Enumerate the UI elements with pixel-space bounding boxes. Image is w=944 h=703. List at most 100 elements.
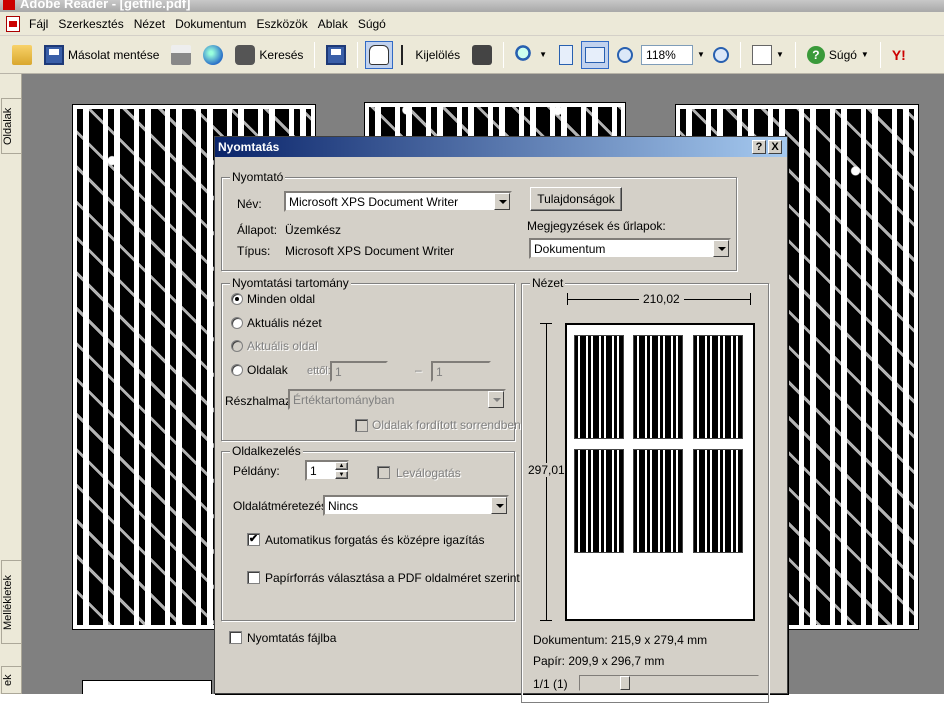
menu-file[interactable]: Fájl bbox=[28, 15, 49, 33]
page-layout-button[interactable]: ▼ bbox=[748, 41, 788, 69]
current-view-radio[interactable] bbox=[231, 317, 243, 329]
comments-forms-select[interactable]: Dokumentum bbox=[529, 238, 731, 259]
current-page-radio bbox=[231, 340, 243, 352]
search-button[interactable]: Keresés bbox=[231, 41, 307, 69]
menu-document[interactable]: Dokumentum bbox=[174, 15, 247, 33]
disk-icon bbox=[326, 44, 347, 65]
tab-attachments[interactable]: Mellékletek bbox=[1, 560, 21, 644]
preview-thumbnail bbox=[693, 449, 743, 553]
pages-radio[interactable] bbox=[231, 364, 243, 376]
all-pages-label[interactable]: Minden oldal bbox=[247, 292, 315, 306]
tab-pages[interactable]: Oldalak bbox=[1, 98, 21, 154]
print-to-file-checkbox[interactable] bbox=[229, 631, 242, 644]
collate-checkbox bbox=[377, 466, 390, 479]
save-copy-button[interactable]: Másolat mentése bbox=[40, 41, 163, 69]
hand-tool-button[interactable] bbox=[365, 40, 394, 69]
menu-help[interactable]: Súgó bbox=[357, 15, 387, 33]
menu-tools[interactable]: Eszközök bbox=[255, 15, 308, 33]
page-scaling-select[interactable]: Nincs bbox=[323, 495, 509, 516]
from-page-field: 1 bbox=[330, 361, 388, 382]
preview-page-slider[interactable] bbox=[579, 675, 759, 691]
fit-width-icon bbox=[585, 46, 606, 63]
printer-name-label: Név: bbox=[237, 197, 262, 211]
copies-up-button[interactable]: ▲ bbox=[335, 462, 348, 470]
zoom-tool-button[interactable]: ▼ bbox=[511, 41, 551, 69]
range-dash: – bbox=[415, 363, 422, 377]
subset-label: Részhalmaz: bbox=[225, 394, 295, 408]
tab-bottom[interactable]: ek bbox=[1, 666, 21, 694]
paper-source-label[interactable]: Papírforrás választása a PDF oldalméret … bbox=[265, 571, 520, 585]
paper-source-checkbox[interactable] bbox=[247, 571, 260, 584]
auto-rotate-checkbox[interactable]: ✔ bbox=[247, 533, 260, 546]
zoom-out-button[interactable] bbox=[613, 41, 637, 69]
printer-legend: Nyomtató bbox=[230, 170, 286, 184]
pages-label[interactable]: Oldalak bbox=[247, 363, 288, 377]
printer-icon bbox=[171, 44, 192, 65]
printer-properties-button[interactable]: Tulajdonságok bbox=[530, 187, 622, 211]
snapshot-button[interactable] bbox=[468, 41, 496, 69]
print-button[interactable] bbox=[167, 41, 195, 69]
paper-size-label: Papír: 209,9 x 296,7 mm bbox=[533, 654, 665, 668]
help-icon: ? bbox=[806, 45, 825, 64]
width-dimension-tick bbox=[567, 293, 568, 305]
current-view-label[interactable]: Aktuális nézet bbox=[247, 316, 322, 330]
fit-page-icon bbox=[559, 44, 574, 65]
to-page-field: 1 bbox=[431, 361, 491, 382]
zoom-in-button[interactable] bbox=[709, 41, 733, 69]
pdf-document-icon[interactable] bbox=[6, 15, 20, 32]
copies-label: Példány: bbox=[233, 464, 280, 478]
pdf-page bbox=[82, 680, 212, 694]
chevron-down-icon: ▼ bbox=[539, 50, 548, 59]
chevron-down-icon bbox=[713, 240, 729, 257]
preview-thumbnail bbox=[693, 335, 743, 439]
toolbar-separator bbox=[879, 41, 881, 68]
page-handling-legend: Oldalkezelés bbox=[230, 444, 303, 458]
navigation-panel: Oldalak Mellékletek ek bbox=[0, 74, 22, 694]
yahoo-button[interactable]: Y! bbox=[888, 41, 930, 69]
printer-type-label: Típus: bbox=[237, 244, 271, 258]
select-tool-button[interactable]: Kijelölés bbox=[397, 41, 464, 69]
reverse-pages-checkbox bbox=[355, 419, 368, 432]
preview-thumbnail bbox=[633, 335, 683, 439]
from-label: ettől: bbox=[307, 365, 331, 377]
window-title: Adobe Reader - [getfile.pdf] bbox=[20, 0, 191, 11]
fit-page-button[interactable] bbox=[555, 41, 577, 69]
menu-view[interactable]: Nézet bbox=[133, 15, 166, 33]
save-icon bbox=[44, 44, 64, 65]
email-button[interactable] bbox=[199, 41, 227, 69]
toolbar-separator bbox=[794, 41, 796, 68]
preview-height-label: 297,01 bbox=[528, 463, 565, 477]
dialog-close-button[interactable]: X bbox=[768, 140, 782, 154]
auto-rotate-label[interactable]: Automatikus forgatás és középre igazítás bbox=[265, 533, 484, 547]
help-button[interactable]: ? Súgó ▼ bbox=[803, 41, 873, 69]
preview-width-label: 210,02 bbox=[639, 292, 684, 306]
subset-select: Értéktartományban bbox=[288, 389, 506, 410]
search-label: Keresés bbox=[259, 47, 304, 62]
printer-type-value: Microsoft XPS Document Writer bbox=[285, 244, 455, 258]
menu-edit[interactable]: Szerkesztés bbox=[57, 15, 124, 33]
copies-down-button[interactable]: ▼ bbox=[335, 471, 348, 479]
dialog-help-button[interactable]: ? bbox=[752, 140, 766, 154]
all-pages-radio[interactable] bbox=[231, 293, 243, 305]
select-label: Kijelölés bbox=[415, 47, 461, 62]
help-label: Súgó bbox=[828, 47, 857, 62]
print-to-file-label[interactable]: Nyomtatás fájlba bbox=[247, 631, 336, 645]
document-size-label: Dokumentum: 215,9 x 279,4 mm bbox=[533, 633, 708, 647]
preview-thumbnail bbox=[574, 335, 624, 439]
zoom-dropdown-chevron-icon[interactable]: ▼ bbox=[697, 50, 705, 59]
zoom-level-field[interactable]: 118% bbox=[641, 44, 694, 65]
page-scaling-value: Nincs bbox=[328, 499, 359, 513]
slider-thumb[interactable] bbox=[620, 676, 630, 690]
menu-window[interactable]: Ablak bbox=[317, 15, 349, 33]
yahoo-logo-icon: Y! bbox=[891, 46, 906, 63]
save-button[interactable] bbox=[322, 41, 350, 69]
dialog-title: Nyomtatás bbox=[218, 140, 280, 154]
fit-width-button[interactable] bbox=[581, 40, 610, 69]
printer-name-select[interactable]: Microsoft XPS Document Writer bbox=[284, 191, 512, 212]
menu-bar: Fájl Szerkesztés Nézet Dokumentum Eszköz… bbox=[0, 12, 944, 36]
open-button[interactable] bbox=[8, 41, 36, 69]
width-dimension-tick bbox=[750, 293, 751, 305]
adobe-app-icon bbox=[3, 0, 15, 10]
binoculars-icon bbox=[235, 44, 256, 65]
pages-icon bbox=[751, 44, 772, 65]
